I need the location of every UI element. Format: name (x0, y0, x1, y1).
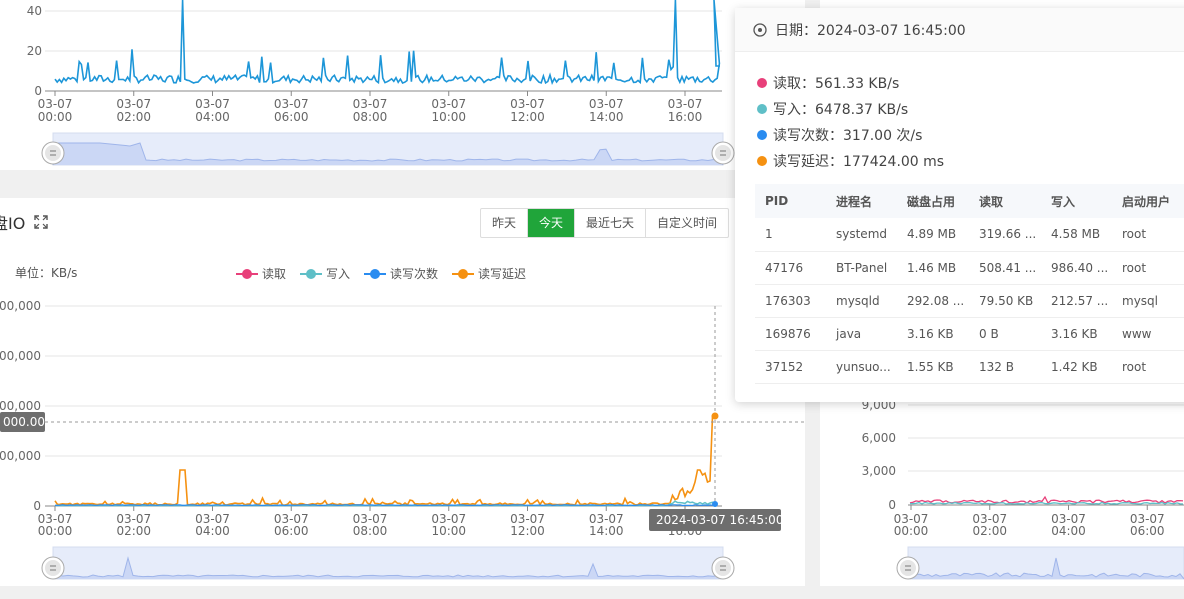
iops-point (712, 501, 718, 507)
io-zoom-handle-right[interactable] (711, 556, 735, 580)
y-tick-label: 0 (888, 498, 896, 512)
process-table: PID 进程名 磁盘占用 读取 写入 启动用户 1 systemd 4.89 MB 3… (755, 184, 1184, 384)
y-tick-label: 400,000 (0, 299, 41, 313)
yesterday-button[interactable]: 昨天 (481, 209, 529, 237)
x-tick-label: 08:00 (353, 524, 388, 538)
col-header-write: 写入 (1041, 184, 1112, 218)
col-header-pid: PID (755, 184, 826, 218)
y-tick-label: 300,000 (0, 349, 41, 363)
time-range-buttons: 昨天 今天 最近七天 自定义时间 (480, 208, 730, 238)
x-tick-label: 14:00 (589, 524, 624, 538)
x-tick-label: 10:00 (431, 524, 466, 538)
io-zoom-handle-left[interactable] (41, 556, 65, 580)
table-row: 47176 BT-Panel 1.46 MB 508.41 ... 986.40 ...… (755, 251, 1184, 285)
x-tick-label: 02:00 (116, 524, 151, 538)
tooltip-row-iops: 读写次数：317.00 次/s (757, 122, 1184, 148)
table-row: 176303 mysqld 292.08 ... 79.50 KB 212.57 ...… (755, 284, 1184, 318)
crosshair-y-label: 000.00 (3, 415, 45, 429)
x-tick-label: 12:00 (510, 524, 545, 538)
col-header-process-name: 进程名 (826, 184, 897, 218)
y-tick-label: 0 (33, 499, 41, 513)
crosshair-x-label: 2024-03-07 16:45:00 (656, 513, 783, 527)
tooltip-date: 日期：2024-03-07 16:45:00 (775, 22, 966, 39)
iops-line (54, 504, 716, 507)
x-tick-label: 04:00 (195, 524, 230, 538)
latency-point (711, 412, 719, 420)
x-tick-label: 02:00 (972, 524, 1007, 538)
table-row: 169876 java 3.16 KB 0 B 3.16 KB www (755, 317, 1184, 351)
col-header-disk-usage: 磁盘占用 (897, 184, 969, 218)
last-seven-days-button[interactable]: 最近七天 (575, 209, 647, 237)
col-header-user: 启动用户 (1112, 184, 1184, 218)
x-tick-label: 00:00 (894, 524, 929, 538)
clock-icon (753, 22, 767, 37)
table-row: 1 systemd 4.89 MB 319.66 ... 4.58 MB root (755, 218, 1184, 252)
chart-tooltip: 日期：2024-03-07 16:45:00 读取：561.33 KB/s 写入… (735, 8, 1184, 402)
table-row: 37152 yunsuo... 1.55 KB 132 B 1.42 KB root (755, 350, 1184, 384)
disk-io-chart: 400,000300,000200,000100,0000 03-0700:00… (0, 299, 805, 580)
right-series-line-2 (910, 501, 1184, 505)
y-tick-label: 3,000 (862, 464, 896, 478)
io-datazoom-track[interactable] (52, 546, 724, 580)
right-series-line (909, 495, 1184, 505)
x-tick-label: 06:00 (1130, 524, 1165, 538)
tooltip-row-read: 读取：561.33 KB/s (757, 70, 1184, 96)
table-header-row: PID 进程名 磁盘占用 读取 写入 启动用户 (755, 184, 1184, 218)
y-tick-label: 200,000 (0, 399, 41, 413)
tooltip-row-write: 写入：6478.37 KB/s (757, 96, 1184, 122)
right-zoom-handle-left[interactable] (896, 556, 920, 580)
latency-line (54, 415, 715, 507)
custom-time-button[interactable]: 自定义时间 (646, 209, 728, 237)
tooltip-header: 日期：2024-03-07 16:45:00 (735, 8, 1184, 52)
tooltip-row-latency: 读写延迟：177424.00 ms (757, 148, 1184, 174)
x-tick-label: 06:00 (274, 524, 309, 538)
today-button[interactable]: 今天 (528, 209, 576, 237)
x-tick-label: 00:00 (38, 524, 73, 538)
y-tick-label: 6,000 (862, 431, 896, 445)
col-header-read: 读取 (969, 184, 1041, 218)
tooltip-values: 读取：561.33 KB/s 写入：6478.37 KB/s 读写次数：317.… (735, 52, 1184, 174)
y-tick-label: 100,000 (0, 449, 41, 463)
x-tick-label: 04:00 (1051, 524, 1086, 538)
